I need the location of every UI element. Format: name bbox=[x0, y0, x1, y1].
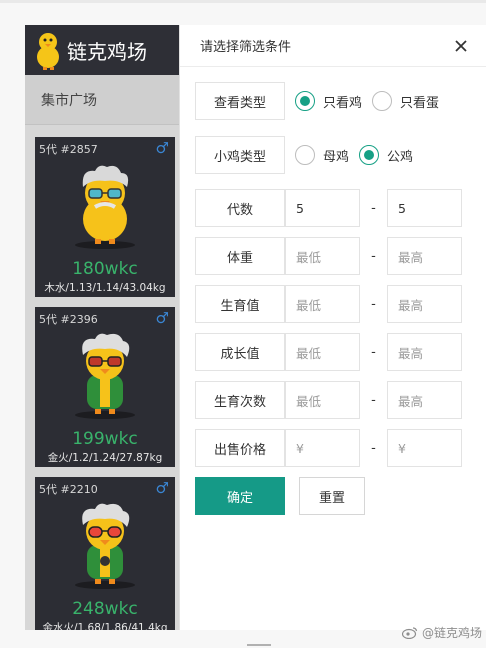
generation-max-input[interactable]: 5 bbox=[387, 189, 462, 227]
price-min-input[interactable]: ¥ bbox=[285, 429, 360, 467]
radio-chicks-only[interactable]: 只看鸡 bbox=[295, 91, 362, 111]
radio-eggs-only[interactable]: 只看蛋 bbox=[372, 91, 439, 111]
weight-min-input[interactable]: 最低 bbox=[285, 237, 360, 275]
close-icon bbox=[455, 40, 467, 52]
card-price: 180wkc bbox=[72, 259, 138, 279]
card-id: 5代 #2210 bbox=[39, 483, 98, 496]
market-label: 集市广场 bbox=[41, 92, 97, 109]
card-price: 248wkc bbox=[72, 599, 138, 619]
card-price: 199wkc bbox=[72, 429, 138, 449]
male-icon: ♂ bbox=[155, 139, 169, 157]
filter-panel: 请选择筛选条件 查看类型 只看鸡 只看蛋 小鸡类型 母鸡 公鸡 代数 5 - 5… bbox=[179, 25, 486, 630]
fertility-label: 生育值 bbox=[195, 285, 285, 323]
view-type-row: 查看类型 只看鸡 只看蛋 bbox=[195, 82, 439, 120]
fertility-row: 生育值 最低 - 最高 bbox=[195, 285, 462, 323]
fertility-max-input[interactable]: 最高 bbox=[387, 285, 462, 323]
breed-count-label: 生育次数 bbox=[195, 381, 285, 419]
range-separator: - bbox=[371, 248, 376, 264]
generation-row: 代数 5 - 5 bbox=[195, 189, 462, 227]
price-row: 出售价格 ¥ - ¥ bbox=[195, 429, 462, 467]
chick-card[interactable]: 5代 #2857 ♂ 180wkc 木水/1.13/1.14/43.04kg bbox=[35, 137, 175, 297]
radio-label: 只看蛋 bbox=[400, 95, 440, 111]
chick-card[interactable]: 5代 #2210 ♂ 248wkc 金水火/1.68/1.86/41.4kg bbox=[35, 477, 175, 630]
watermark: @链克鸡场 bbox=[401, 624, 482, 641]
chick-logo-icon bbox=[33, 30, 63, 70]
card-stats: 金水火/1.68/1.86/41.4kg bbox=[42, 622, 168, 630]
chick-type-row: 小鸡类型 母鸡 公鸡 bbox=[195, 136, 413, 174]
screen: 链克鸡场 集市广场 5代 #2857 ♂ 180wkc 木水/1.13/1.14… bbox=[0, 0, 486, 648]
card-id: 5代 #2857 bbox=[39, 143, 98, 156]
weight-row: 体重 最低 - 最高 bbox=[195, 237, 462, 275]
radio-checked-icon bbox=[295, 91, 315, 111]
radio-rooster[interactable]: 公鸡 bbox=[359, 145, 413, 165]
radio-unchecked-icon bbox=[372, 91, 393, 111]
range-separator: - bbox=[371, 440, 376, 456]
app-title: 链克鸡场 bbox=[67, 39, 147, 64]
breed-count-max-input[interactable]: 最高 bbox=[387, 381, 462, 419]
card-stats: 金火/1.2/1.24/27.87kg bbox=[47, 452, 163, 464]
chick-card[interactable]: 5代 #2396 ♂ 199wkc 金火/1.2/1.24/27.87kg bbox=[35, 307, 175, 467]
chick-avatar-icon bbox=[75, 333, 135, 419]
radio-label: 只看鸡 bbox=[323, 95, 363, 111]
confirm-button[interactable]: 确定 bbox=[195, 477, 285, 515]
chick-avatar-icon bbox=[75, 503, 135, 589]
weight-label: 体重 bbox=[195, 237, 285, 275]
card-id: 5代 #2396 bbox=[39, 313, 98, 326]
radio-label: 母鸡 bbox=[323, 149, 350, 165]
growth-min-input[interactable]: 最低 bbox=[285, 333, 360, 371]
radio-unchecked-icon bbox=[295, 145, 315, 165]
view-type-label: 查看类型 bbox=[195, 82, 285, 120]
price-label: 出售价格 bbox=[195, 429, 285, 467]
range-separator: - bbox=[371, 296, 376, 312]
growth-row: 成长值 最低 - 最高 bbox=[195, 333, 462, 371]
chick-avatar-icon bbox=[75, 165, 135, 249]
app-header: 链克鸡场 bbox=[25, 25, 185, 75]
fertility-min-input[interactable]: 最低 bbox=[285, 285, 360, 323]
chick-type-label: 小鸡类型 bbox=[195, 136, 285, 174]
growth-label: 成长值 bbox=[195, 333, 285, 371]
range-separator: - bbox=[371, 200, 376, 216]
weibo-icon bbox=[401, 627, 418, 639]
watermark-text: @链克鸡场 bbox=[421, 626, 482, 640]
radio-hen[interactable]: 母鸡 bbox=[295, 145, 349, 165]
male-icon: ♂ bbox=[155, 309, 169, 327]
panel-header: 请选择筛选条件 bbox=[180, 25, 486, 67]
price-max-input[interactable]: ¥ bbox=[387, 429, 462, 467]
radio-checked-icon bbox=[359, 145, 380, 165]
male-icon: ♂ bbox=[155, 479, 169, 497]
radio-label: 公鸡 bbox=[387, 149, 414, 165]
generation-min-input[interactable]: 5 bbox=[285, 189, 360, 227]
breed-count-min-input[interactable]: 最低 bbox=[285, 381, 360, 419]
growth-max-input[interactable]: 最高 bbox=[387, 333, 462, 371]
reset-button[interactable]: 重置 bbox=[299, 477, 365, 515]
breed-count-row: 生育次数 最低 - 最高 bbox=[195, 381, 462, 419]
range-separator: - bbox=[371, 344, 376, 360]
drag-handle-icon[interactable] bbox=[246, 636, 272, 646]
market-tab[interactable]: 集市广场 bbox=[25, 75, 185, 125]
generation-label: 代数 bbox=[195, 189, 285, 227]
top-bar bbox=[0, 0, 486, 3]
panel-title: 请选择筛选条件 bbox=[200, 40, 292, 55]
weight-max-input[interactable]: 最高 bbox=[387, 237, 462, 275]
range-separator: - bbox=[371, 392, 376, 408]
card-stats: 木水/1.13/1.14/43.04kg bbox=[44, 282, 166, 294]
close-button[interactable] bbox=[448, 33, 474, 59]
app-background: 链克鸡场 集市广场 5代 #2857 ♂ 180wkc 木水/1.13/1.14… bbox=[25, 25, 185, 630]
